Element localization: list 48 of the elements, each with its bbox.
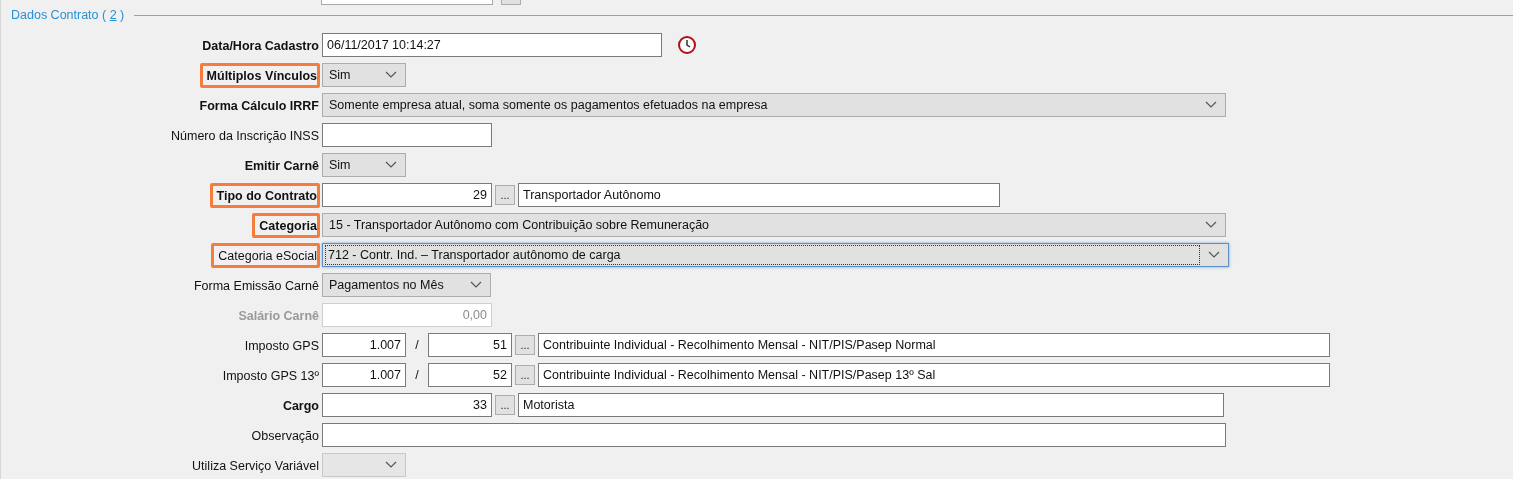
separator: /: [414, 368, 420, 382]
input-field[interactable]: [321, 0, 493, 5]
chevron-down-icon[interactable]: [1205, 101, 1217, 109]
field-label: Data/Hora Cadastro: [201, 37, 320, 55]
chevron-down-icon[interactable]: [470, 281, 482, 289]
date-time-field[interactable]: 06/11/2017 10:14:27: [322, 33, 662, 57]
field-label: Categoria: [252, 212, 320, 238]
description-field[interactable]: Contribuinte Individual - Recolhimento Mensal - NIT/PIS/Pasep 13º Sal: [538, 363, 1330, 387]
code-field[interactable]: 52: [428, 363, 512, 387]
field-label: Forma Cálculo IRRF: [198, 97, 320, 115]
chevron-down-icon[interactable]: [385, 71, 397, 79]
chevron-down-icon[interactable]: [1205, 221, 1217, 229]
field-label: Utiliza Serviço Variável: [191, 457, 320, 475]
field-label: Imposto GPS: [243, 337, 320, 355]
separator: /: [414, 338, 420, 352]
clock-icon[interactable]: [677, 35, 697, 55]
input-field[interactable]: [322, 123, 492, 147]
dropdown[interactable]: Somente empresa atual, soma somente os pagamentos efetuados na empresa: [322, 93, 1226, 117]
lookup-button[interactable]: ...: [515, 335, 535, 355]
code-field[interactable]: 51: [428, 333, 512, 357]
code-field[interactable]: 1.007: [322, 363, 406, 387]
field-label: Forma Emissão Carnê: [192, 277, 320, 295]
field-label: Observação: [250, 427, 320, 445]
lookup-button[interactable]: ...: [495, 185, 515, 205]
dropdown[interactable]: 15 - Transportador Autônomo com Contribuição sobre Remuneração: [322, 213, 1226, 237]
description-field[interactable]: Contribuinte Individual - Recolhimento Mensal - NIT/PIS/Pasep Normal: [538, 333, 1330, 357]
chevron-down-icon[interactable]: [385, 161, 397, 169]
field-label: Imposto GPS 13º: [221, 367, 320, 385]
description-field[interactable]: Transportador Autônomo: [518, 183, 1000, 207]
code-field[interactable]: 29: [322, 183, 492, 207]
field-label: Cargo: [281, 397, 320, 415]
lookup-button[interactable]: ...: [495, 395, 515, 415]
dropdown[interactable]: 712 - Contr. Ind. – Transportador autônomo de carga: [322, 243, 1229, 267]
code-field[interactable]: 33: [322, 393, 492, 417]
dropdown[interactable]: Pagamentos no Mês: [322, 273, 491, 297]
dropdown[interactable]: Sim: [322, 63, 406, 87]
code-field[interactable]: 1.007: [322, 333, 406, 357]
field-label: Emitir Carnê: [243, 157, 320, 175]
field-label: Categoria eSocial: [211, 242, 320, 268]
field-label: Tipo do Contrato: [209, 182, 320, 208]
chevron-down-icon[interactable]: [1208, 251, 1220, 259]
field-label: Número da Inscrição INSS: [170, 127, 320, 145]
description-field[interactable]: Motorista: [518, 393, 1224, 417]
input-field[interactable]: [322, 423, 1226, 447]
dropdown[interactable]: Sim: [322, 153, 406, 177]
lookup-button[interactable]: ...: [515, 365, 535, 385]
field-label: Salário Carnê: [237, 307, 320, 325]
field-label: Múltiplos Vínculos: [199, 62, 320, 88]
